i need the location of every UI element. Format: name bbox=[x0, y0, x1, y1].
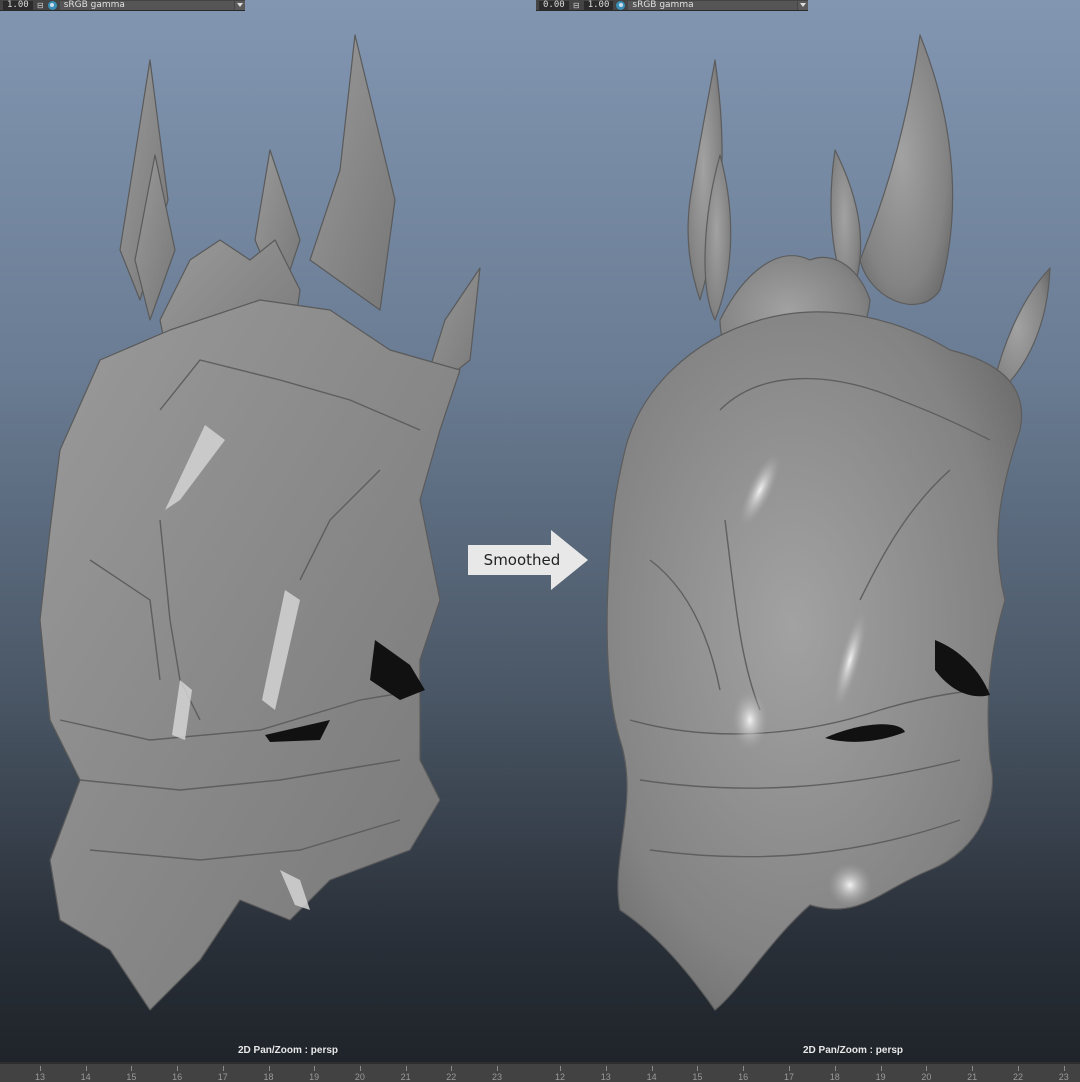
timeline-frame-label: 22 bbox=[1012, 1072, 1024, 1082]
timeline-tick bbox=[926, 1066, 928, 1071]
timeline-tick bbox=[85, 1066, 87, 1071]
timeline-tick bbox=[405, 1066, 407, 1071]
timeline-tick bbox=[1018, 1066, 1019, 1071]
timeline-frame-label: 17 bbox=[783, 1072, 795, 1082]
timeline-frame-label: 16 bbox=[738, 1072, 749, 1082]
camera-label-right: 2D Pan/Zoom : persp bbox=[803, 1045, 904, 1056]
timeline-frame-label: 22 bbox=[446, 1072, 457, 1082]
maya-viewport[interactable]: 1.00 ⊟ sRGB gamma 0.00 ⊟ 1.00 sRGB gamma bbox=[0, 0, 1080, 1062]
timeline-tick bbox=[789, 1066, 790, 1071]
timeline-tick bbox=[743, 1066, 745, 1071]
timeline-tick bbox=[880, 1066, 882, 1071]
timeline-tick bbox=[651, 1066, 653, 1071]
timeline-frame-label: 15 bbox=[692, 1072, 703, 1082]
timeline-frame-label: 19 bbox=[875, 1072, 886, 1082]
smoothed-label: Smoothed bbox=[483, 551, 561, 569]
timeline-frame-label: 18 bbox=[829, 1072, 840, 1082]
timeline-frame-label: 17 bbox=[217, 1072, 228, 1082]
timeline-frame-label: 21 bbox=[967, 1072, 978, 1082]
timeline-tick bbox=[560, 1066, 561, 1071]
time-slider[interactable]: 13 14 15 16 17 18 19 20 21 22 23 12 13 14 15 16 17 18 19 20… bbox=[0, 1062, 1080, 1082]
timeline-frame-label: 19 bbox=[309, 1072, 320, 1082]
timeline-frame-label: 12 bbox=[554, 1072, 566, 1082]
timeline-frame-label: 13 bbox=[600, 1072, 611, 1082]
timeline-frame-label: 16 bbox=[172, 1072, 183, 1082]
timeline-frame-label: 23 bbox=[491, 1072, 503, 1082]
timeline-frame-label: 18 bbox=[263, 1072, 274, 1082]
timeline-tick bbox=[359, 1066, 361, 1071]
timeline-frame-label: 14 bbox=[646, 1072, 657, 1082]
timeline-frame-label: 14 bbox=[80, 1072, 91, 1082]
timeline-tick bbox=[605, 1066, 607, 1071]
timeline-tick bbox=[834, 1066, 836, 1071]
camera-label-left: 2D Pan/Zoom : persp bbox=[238, 1045, 339, 1056]
timeline-frame-label: 21 bbox=[400, 1072, 411, 1082]
timeline-frame-label: 20 bbox=[354, 1072, 365, 1082]
timeline-frame-label: 23 bbox=[1058, 1072, 1069, 1082]
timeline-frame-label: 15 bbox=[126, 1072, 137, 1082]
timeline-tick bbox=[697, 1066, 699, 1071]
timeline-tick bbox=[177, 1066, 179, 1071]
timeline-tick bbox=[451, 1066, 453, 1071]
timeline-tick bbox=[497, 1066, 498, 1071]
timeline-tick bbox=[40, 1066, 41, 1071]
timeline-frame-label: 20 bbox=[921, 1072, 932, 1082]
timeline-frame-label: 13 bbox=[34, 1072, 46, 1082]
timeline-tick bbox=[314, 1066, 316, 1071]
timeline-tick bbox=[972, 1066, 974, 1071]
timeline-tick bbox=[268, 1066, 270, 1071]
timeline-tick bbox=[1063, 1066, 1065, 1071]
timeline-tick bbox=[131, 1066, 133, 1071]
timeline-tick bbox=[222, 1066, 224, 1071]
